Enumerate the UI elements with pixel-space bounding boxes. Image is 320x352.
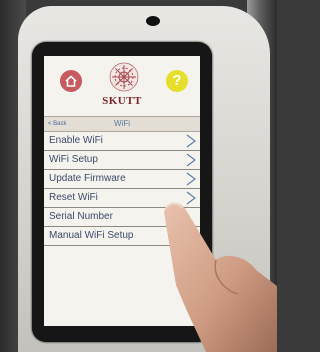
menu-item-label: WiFi Setup bbox=[49, 154, 98, 165]
menu-item-label: Serial Number bbox=[49, 211, 113, 222]
nav-bar: < Back WiFi bbox=[44, 116, 200, 132]
chevron-right-icon bbox=[186, 153, 196, 167]
photo-scene: SKUTT ? < Back WiFi Enable WiFi WiFi Set… bbox=[0, 0, 277, 352]
menu-item-wifi-setup[interactable]: WiFi Setup bbox=[44, 151, 200, 170]
menu-item-label: Update Firmware bbox=[49, 173, 126, 184]
menu-item-label: Manual WiFi Setup bbox=[49, 230, 134, 241]
home-button[interactable] bbox=[60, 70, 82, 92]
device-hole bbox=[146, 16, 160, 26]
help-button[interactable]: ? bbox=[166, 70, 188, 92]
skutt-logo-icon bbox=[109, 62, 139, 92]
menu-item-label: Enable WiFi bbox=[49, 135, 103, 146]
menu-item-enable-wifi[interactable]: Enable WiFi bbox=[44, 132, 200, 151]
chevron-right-icon bbox=[186, 172, 196, 186]
brand-name: SKUTT bbox=[102, 95, 142, 107]
pointing-hand bbox=[164, 202, 277, 352]
help-icon: ? bbox=[172, 72, 182, 89]
menu-item-update-firmware[interactable]: Update Firmware bbox=[44, 170, 200, 189]
chevron-right-icon bbox=[186, 134, 196, 148]
menu-item-label: Reset WiFi bbox=[49, 192, 98, 203]
screen-header: SKUTT ? bbox=[44, 56, 200, 116]
nav-title: WiFi bbox=[114, 119, 130, 128]
home-icon bbox=[65, 75, 77, 87]
